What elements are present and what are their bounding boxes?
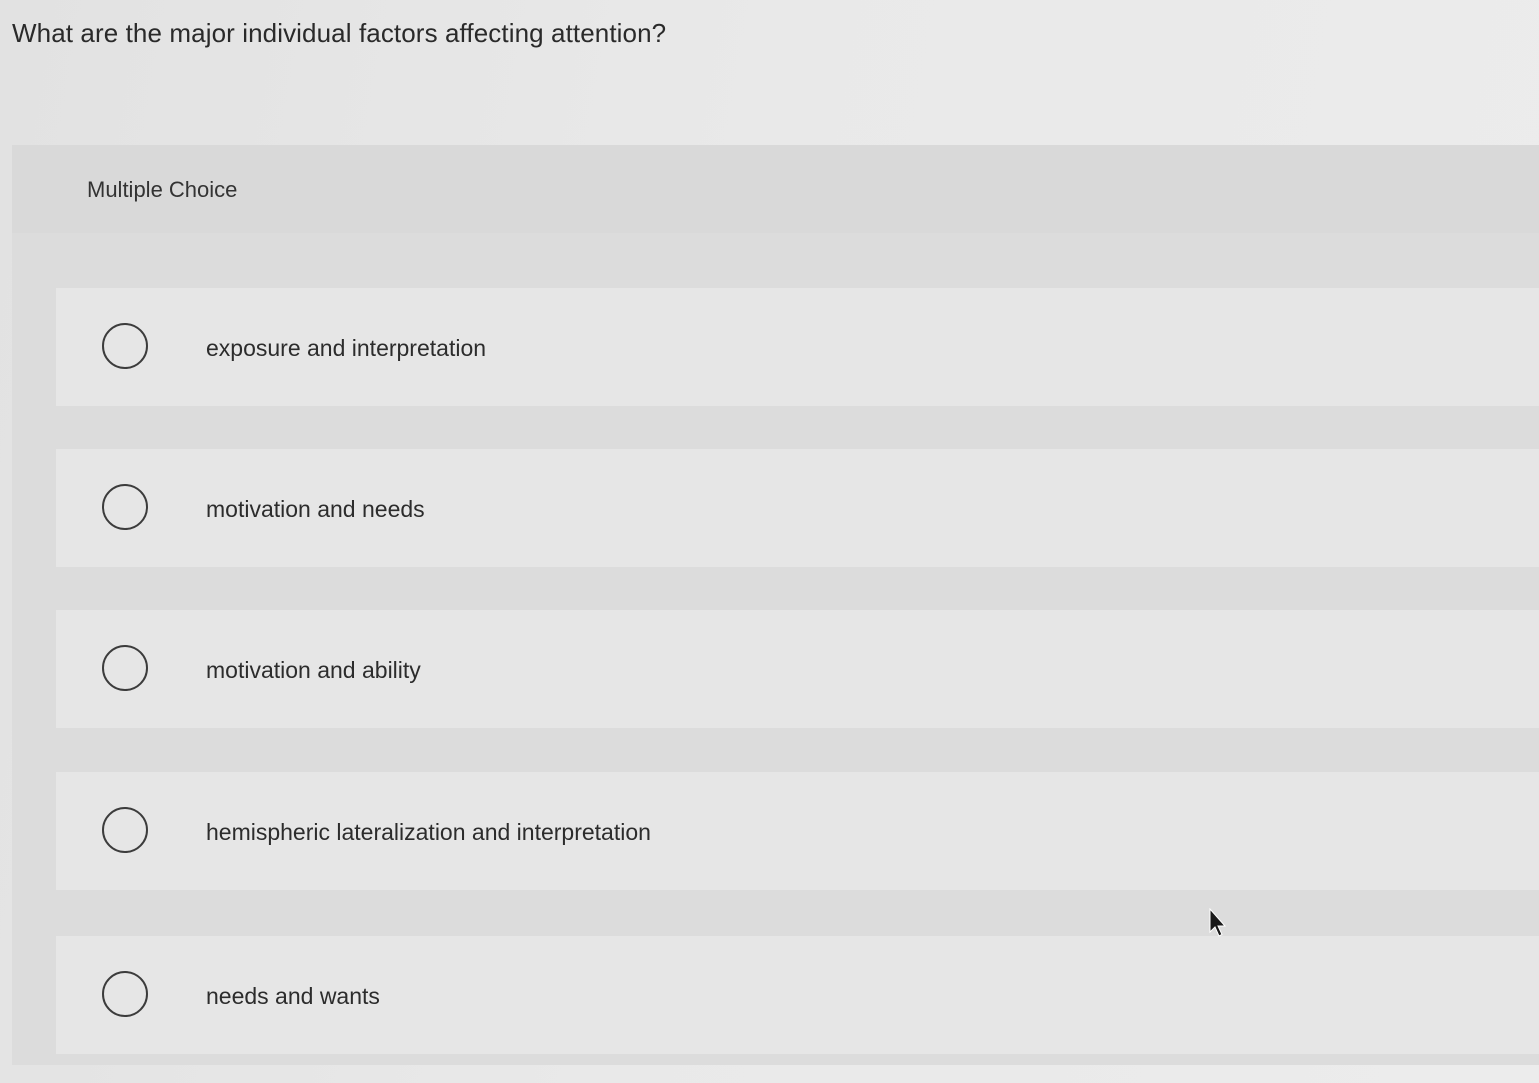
answer-option-2[interactable]: motivation and needs	[56, 449, 1539, 567]
answer-option-label: hemispheric lateralization and interpret…	[206, 819, 651, 845]
question-type-label: Multiple Choice	[87, 177, 238, 202]
answer-option-label: motivation and ability	[206, 657, 421, 683]
radio-button[interactable]	[102, 484, 148, 530]
mouse-pointer-icon	[1209, 908, 1227, 937]
answer-option-1[interactable]: exposure and interpretation	[56, 288, 1539, 406]
answer-option-4[interactable]: hemispheric lateralization and interpret…	[56, 772, 1539, 890]
radio-button[interactable]	[102, 645, 148, 691]
answer-option-5[interactable]: needs and wants	[56, 936, 1539, 1054]
radio-button[interactable]	[102, 323, 148, 369]
radio-button[interactable]	[102, 971, 148, 1017]
answer-option-label: exposure and interpretation	[206, 335, 487, 361]
radio-button[interactable]	[102, 807, 148, 853]
answer-option-label: motivation and needs	[206, 496, 425, 522]
question-text: What are the major individual factors af…	[12, 18, 667, 48]
panel-header: Multiple Choice	[12, 145, 1539, 233]
answer-option-label: needs and wants	[206, 983, 380, 1009]
answer-option-3[interactable]: motivation and ability	[56, 610, 1539, 728]
multiple-choice-panel: Multiple Choice exposure and interpretat…	[12, 145, 1539, 1065]
